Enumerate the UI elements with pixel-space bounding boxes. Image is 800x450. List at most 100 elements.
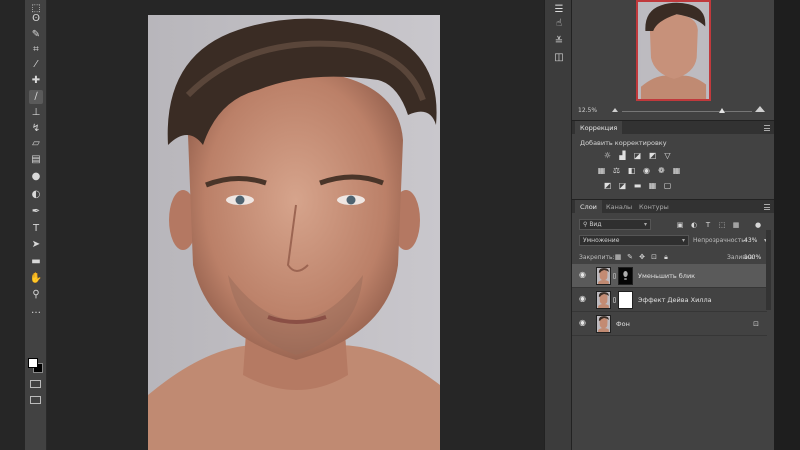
layer-lock-icon: ⊡ [753,320,759,328]
tab-channels[interactable]: Каналы [601,200,637,214]
layer-mask-thumbnail[interactable] [618,267,633,285]
visibility-eye-icon[interactable]: ◉ [579,271,588,279]
filter-type-icon[interactable]: T [704,221,712,229]
chevron-down-icon: ▾ [681,237,685,244]
foreground-color-swatch[interactable] [28,358,38,368]
zoom-out-icon[interactable] [612,108,618,112]
eraser-icon[interactable]: ▱ [29,137,43,151]
lasso-tool-icon[interactable]: ʘ [29,12,43,26]
photo-filter-icon[interactable]: ◉ [641,166,652,176]
navigator-thumbnail[interactable] [636,0,711,101]
color-balance-icon[interactable]: ⚖ [611,166,622,176]
selective-color-icon[interactable]: ▢ [662,181,673,191]
layer-name[interactable]: Уменьшить блик [638,272,695,280]
more-tools-icon[interactable]: … [29,304,43,318]
curves-icon[interactable]: ◪ [632,151,643,161]
blend-mode-value: Умножение [583,237,620,244]
libraries-icon[interactable]: ◫ [552,50,566,64]
layer-name[interactable]: Эффект Дейва Хилла [638,296,712,304]
adjustments-sliders-icon[interactable]: ≚ [552,34,566,48]
dodge-tool-icon[interactable]: ◐ [29,188,43,202]
properties-icon[interactable]: ☰ [552,2,566,16]
invert-icon[interactable]: ◩ [602,181,613,191]
navigator-preview-image [640,2,707,99]
screen-mode-icon[interactable] [30,396,41,404]
path-select-icon[interactable]: ➤ [29,238,43,252]
exposure-icon[interactable]: ◩ [647,151,658,161]
panel-menu-icon[interactable] [764,125,770,131]
channel-mixer-icon[interactable]: ❁ [656,166,667,176]
lock-position-icon[interactable]: ✥ [638,253,646,261]
shape-tool-icon[interactable]: ▬ [29,255,43,269]
adjustments-header: Коррекция [572,120,774,135]
gradient-map-icon[interactable]: ▦ [647,181,658,191]
threshold-icon[interactable]: ▬ [632,181,643,191]
tab-layers[interactable]: Слои [575,200,602,214]
eyedropper-icon[interactable]: ⁄ [29,58,43,72]
zoom-slider-handle[interactable] [719,108,725,113]
mask-link-icon[interactable] [613,297,616,303]
blur-tool-icon[interactable]: ● [29,170,43,184]
filter-pixel-icon[interactable]: ▣ [676,221,684,229]
history-brush-icon[interactable]: ↯ [29,122,43,136]
lock-label: Закрепить: [579,254,615,261]
right-edge [774,0,800,450]
tools-panel: ⬚ ʘ ✎ ⌗ ⁄ ✚ ∕ ⊥ ↯ ▱ ▤ ● ◐ ✒ T ➤ ▬ ✋ ⚲… [25,0,47,450]
spot-heal-icon[interactable]: ✚ [29,74,43,88]
tab-paths[interactable]: Контуры [634,200,674,214]
color-lookup-icon[interactable]: ▦ [671,166,682,176]
portrait-photo[interactable] [148,15,440,450]
zoom-slider[interactable] [622,108,752,113]
layer-filter-select[interactable]: ⚲ Вид ▾ [579,219,651,230]
brightness-icon[interactable]: ☼ [602,151,613,161]
blend-mode-select[interactable]: Умножение ▾ [579,235,689,246]
brush-tool-icon[interactable]: ∕ [29,90,43,104]
panel-scrollbar[interactable] [766,230,771,310]
hue-saturation-icon[interactable]: ▦ [596,166,607,176]
zoom-in-icon[interactable] [755,106,765,112]
type-tool-icon[interactable]: T [29,222,43,236]
layer-thumbnail[interactable] [596,267,611,285]
hand-tool-icon[interactable]: ✋ [29,272,43,286]
zoom-tool-icon[interactable]: ⚲ [29,288,43,302]
filter-shape-icon[interactable]: ⬚ [718,221,726,229]
layer-thumbnail[interactable] [596,315,611,333]
quick-select-icon[interactable]: ✎ [29,28,43,42]
vibrance-icon[interactable]: ▽ [662,151,673,161]
visibility-eye-icon[interactable]: ◉ [579,319,588,327]
layer-row[interactable]: ◉ Уменьшить блик [572,264,767,288]
filter-adjustment-icon[interactable]: ◐ [690,221,698,229]
levels-icon[interactable]: ▟ [617,151,628,161]
layer-row[interactable]: ◉ Фон ⊡ [572,312,767,336]
lock-transparency-icon[interactable]: ▦ [614,253,622,261]
gradient-icon[interactable]: ▤ [29,153,43,167]
visibility-eye-icon[interactable]: ◉ [579,295,588,303]
clone-stamp-icon[interactable]: ⊥ [29,106,43,120]
quick-mask-icon[interactable] [30,380,41,388]
lock-artboard-icon[interactable]: ⊡ [650,253,658,261]
layer-filter-value: Вид [589,221,602,228]
document-canvas-area[interactable] [47,0,544,450]
lock-all-icon[interactable]: 🔒︎ [662,253,670,261]
adjustments-subtitle: Добавить корректировку [580,139,667,147]
lock-pixels-icon[interactable]: ✎ [626,253,634,261]
panel-icon-strip: ☰ ☝ ≚ ◫ [544,0,572,450]
layers-header: Слои Каналы Контуры [572,199,774,214]
layer-mask-thumbnail[interactable] [618,291,633,309]
tab-adjustments[interactable]: Коррекция [575,121,623,135]
layer-name[interactable]: Фон [616,320,630,328]
navigator-panel: 12.5% [572,0,774,118]
opacity-value[interactable]: 43% [744,237,757,244]
layer-row[interactable]: ◉ Эффект Дейва Хилла [572,288,767,312]
black-white-icon[interactable]: ◧ [626,166,637,176]
mask-link-icon[interactable] [613,273,616,279]
fill-value[interactable]: 100% [744,254,761,261]
filter-smart-icon[interactable]: ▦ [732,221,740,229]
layer-thumbnail[interactable] [596,291,611,309]
crop-tool-icon[interactable]: ⌗ [29,43,43,57]
hand-pointer-icon[interactable]: ☝ [552,16,566,30]
panel-menu-icon[interactable] [764,204,770,210]
pen-tool-icon[interactable]: ✒ [29,205,43,219]
filter-toggle-icon[interactable]: ● [754,221,762,229]
posterize-icon[interactable]: ◪ [617,181,628,191]
